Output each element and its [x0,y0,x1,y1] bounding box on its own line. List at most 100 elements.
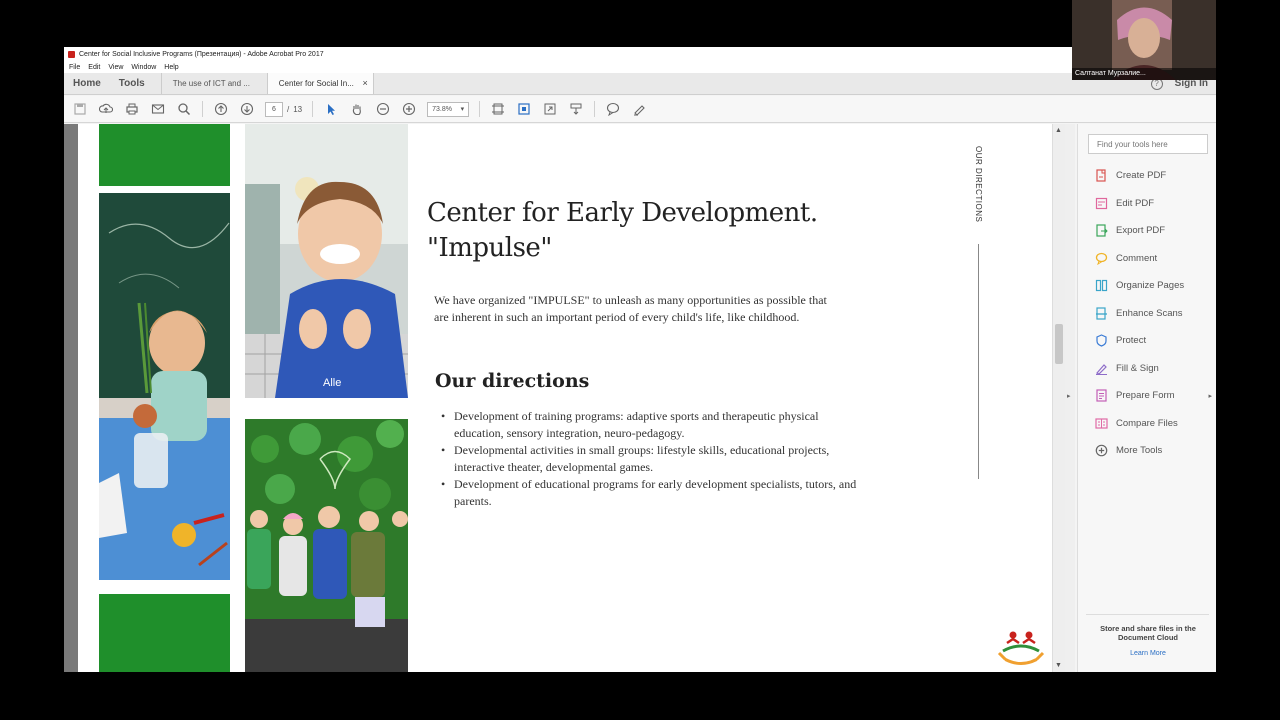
list-item: Development of educational programs for … [441,476,861,510]
green-block-top [99,124,230,186]
menu-bar: File Edit View Window Help [64,61,1216,73]
slide-subheading: Our directions [435,370,590,392]
zoom-level-select[interactable]: 73.8% ▾ [427,101,470,117]
save-icon[interactable] [72,101,88,117]
tab-home[interactable]: Home [64,73,110,94]
tools-pane: Create PDF Edit PDF Export PDF Comment O… [1077,124,1216,672]
fill-sign-icon [1094,361,1108,375]
highlight-pen-icon[interactable] [631,101,647,117]
window-title: Center for Social Inclusive Programs (Пр… [79,50,324,58]
comment-bubble-icon[interactable] [605,101,621,117]
menu-file[interactable]: File [69,64,80,71]
search-icon[interactable] [176,101,192,117]
green-block-bottom [99,594,230,672]
tab-document-ict[interactable]: The use of ICT and ... [162,73,268,94]
fit-page-icon[interactable] [490,101,506,117]
compare-files-icon [1094,416,1108,430]
tool-organize-pages[interactable]: Organize Pages [1094,278,1184,292]
scroll-down-icon[interactable]: ▼ [1055,662,1062,669]
vertical-divider [978,244,979,479]
edit-pdf-icon [1094,196,1108,210]
tool-enhance-scans[interactable]: Enhance Scans [1094,306,1183,320]
menu-help[interactable]: Help [164,64,178,71]
hand-tool-icon[interactable] [349,101,365,117]
photo-group-of-children [245,419,408,672]
email-icon[interactable] [150,101,166,117]
toolbar-separator [312,101,314,117]
slide-heading-line1: Center for Early Development. [427,198,818,228]
collapse-pane-handle[interactable]: ▸ [1065,124,1075,672]
title-bar: Center for Social Inclusive Programs (Пр… [64,47,1216,61]
menu-view[interactable]: View [108,64,123,71]
shield-icon [1094,333,1108,347]
list-item: Developmental activities in small groups… [441,442,861,476]
acrobat-window: Center for Social Inclusive Programs (Пр… [64,47,1216,672]
tool-label: Export PDF [1116,224,1166,236]
tool-label: Compare Files [1116,417,1178,429]
tool-protect[interactable]: Protect [1094,333,1146,347]
page-separator: / [287,104,290,114]
divider [1086,614,1209,615]
tool-export-pdf[interactable]: Export PDF [1094,223,1165,237]
select-cursor-icon[interactable] [323,101,339,117]
scrolling-mode-icon[interactable] [516,101,532,117]
prepare-form-icon [1094,388,1108,402]
tool-comment[interactable]: Comment [1094,251,1157,265]
tool-label: Create PDF [1116,169,1167,181]
create-pdf-icon [1094,168,1108,182]
tab-bar: Home Tools The use of ICT and ... Center… [64,73,1216,95]
tool-more-tools[interactable]: More Tools [1094,443,1162,457]
photo-girl-with-onion [99,193,230,580]
directions-list: Development of training programs: adapti… [441,408,861,510]
previous-page-icon[interactable] [213,101,229,117]
chevron-down-icon: ▾ [460,106,465,113]
close-tab-icon[interactable]: × [362,78,367,88]
full-screen-icon[interactable] [542,101,558,117]
scroll-up-icon[interactable]: ▲ [1055,127,1062,134]
tab-document-center[interactable]: Center for Social In... × [267,73,374,94]
menu-edit[interactable]: Edit [88,64,100,71]
zoom-level-value: 73.8% [432,105,452,113]
toolbar-separator [594,101,596,117]
next-page-icon[interactable] [239,101,255,117]
print-icon[interactable] [124,101,140,117]
toolbar-separator [202,101,203,117]
page-total: 13 [293,104,303,114]
enhance-scans-icon [1094,306,1108,320]
side-section-label: OUR DIRECTIONS [974,146,983,223]
participant-name: Салтанат Мурзалие... [1072,68,1216,80]
tool-compare-files[interactable]: Compare Files [1094,416,1178,430]
find-tools-input[interactable] [1088,134,1208,154]
tool-fill-sign[interactable]: Fill & Sign [1094,361,1159,375]
slide-heading: Center for Early Development. "Impulse" [427,196,818,266]
comment-icon [1094,251,1108,265]
tool-label: More Tools [1116,444,1163,456]
photo-smiling-boy: Alle [245,124,408,398]
read-mode-icon[interactable] [568,101,584,117]
zoom-out-icon[interactable] [375,101,391,117]
tool-label: Organize Pages [1116,279,1185,291]
upload-cloud-icon[interactable] [98,101,114,117]
zoom-in-icon[interactable] [401,101,417,117]
tool-prepare-form[interactable]: Prepare Form [1094,388,1175,402]
organization-logo [997,629,1045,667]
pdf-page: Alle Center for Early Development. "Impu… [78,124,1052,672]
main-toolbar: 6 / 13 73.8% ▾ [64,96,1216,123]
page-number-input[interactable]: 6 [265,101,283,117]
document-viewport[interactable]: Alle Center for Early Development. "Impu… [64,124,1065,672]
tool-create-pdf[interactable]: Create PDF [1094,168,1166,182]
document-cloud-message: Store and share files in the Document Cl… [1100,624,1196,642]
shirt-text: Alle [323,377,341,389]
tool-label: Fill & Sign [1116,362,1159,374]
scrollbar-thumb[interactable] [1055,324,1063,364]
list-item: Development of training programs: adapti… [441,408,861,442]
webcam-video: Салтанат Мурзалие... [1072,0,1216,80]
tool-edit-pdf[interactable]: Edit PDF [1094,196,1154,210]
organize-pages-icon [1094,278,1108,292]
tab-tools[interactable]: Tools [110,73,162,94]
vertical-scrollbar[interactable]: ▲ ▼ [1052,124,1065,672]
more-tools-icon [1094,443,1108,457]
learn-more-link[interactable]: Learn More [1088,650,1208,657]
menu-window[interactable]: Window [131,64,156,71]
collapse-tools-pane-icon[interactable]: ▸ [1208,392,1212,400]
